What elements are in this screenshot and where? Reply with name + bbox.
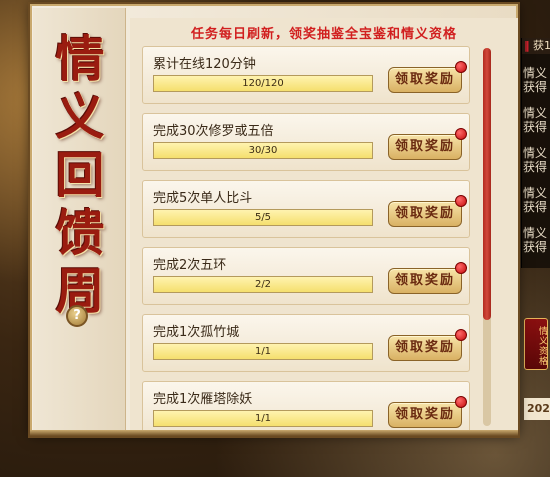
task-progress-text: 1/1 [254, 413, 272, 424]
title-char: 馈 [55, 204, 105, 262]
task-progress-bar: 120/120 [153, 75, 373, 92]
task-item: 完成30次修罗或五倍 30/30 领取奖励 [142, 113, 470, 171]
task-progress-text: 2/2 [254, 279, 272, 290]
side-date-label: 202 [524, 398, 550, 420]
panel-title: 情 义 回 馈 周 [50, 30, 110, 320]
task-list-area: 任务每日刷新，领奖抽鉴全宝鉴和情义资格 累计在线120分钟 120/120 领取… [130, 18, 518, 433]
claim-reward-button[interactable]: 领取奖励 [388, 402, 462, 428]
side-chat-message: 情义 获得 [522, 226, 550, 254]
side-chat-line: 情义 [523, 146, 548, 160]
task-name: 完成1次孤竹城 [153, 325, 240, 340]
side-chat-line: 获得 [523, 200, 548, 214]
task-progress-bar: 1/1 [153, 343, 373, 360]
task-progress-text: 30/30 [248, 145, 278, 156]
side-chat-message: 情义 获得 [522, 186, 550, 214]
claim-reward-button[interactable]: 领取奖励 [388, 335, 462, 361]
side-chat-line: 获得 [523, 120, 548, 134]
claim-reward-button[interactable]: 领取奖励 [388, 67, 462, 93]
task-name: 完成1次雁塔除妖 [153, 392, 253, 407]
task-progress-text: 120/120 [242, 78, 284, 89]
task-name: 完成2次五环 [153, 258, 227, 273]
side-chat-line: 情义 [523, 106, 548, 120]
task-item: 完成5次单人比斗 5/5 领取奖励 [142, 180, 470, 238]
side-chat-message: 情义 获得 [522, 106, 550, 134]
red-dot-icon [455, 329, 467, 341]
red-dot-icon [455, 61, 467, 73]
red-dot-icon [455, 195, 467, 207]
qingyi-qualification-badge[interactable]: 情义资格 [524, 318, 548, 370]
task-progress-text: 5/5 [254, 212, 272, 223]
red-dot-icon [455, 128, 467, 140]
title-char: 情 [55, 30, 105, 88]
claim-reward-button[interactable]: 领取奖励 [388, 134, 462, 160]
panel-bottom-frame [30, 430, 518, 436]
side-chat-title: 获1 [533, 39, 550, 52]
task-name: 完成5次单人比斗 [153, 191, 253, 206]
task-item: 完成1次雁塔除妖 1/1 领取奖励 [142, 381, 470, 433]
task-progress-bar: 5/5 [153, 209, 373, 226]
claim-reward-button[interactable]: 领取奖励 [388, 268, 462, 294]
side-chat-header[interactable]: ‖ 获1 [522, 38, 550, 54]
side-chat-message: 情义 获得 [522, 66, 550, 94]
task-item: 完成1次孤竹城 1/1 领取奖励 [142, 314, 470, 372]
side-chat-line: 情义 [523, 186, 548, 200]
task-name: 累计在线120分钟 [153, 57, 256, 72]
claim-reward-button[interactable]: 领取奖励 [388, 201, 462, 227]
title-char: 义 [55, 88, 105, 146]
task-item: 累计在线120分钟 120/120 领取奖励 [142, 46, 470, 104]
task-progress-bar: 2/2 [153, 276, 373, 293]
side-chat-message: 情义 获得 [522, 146, 550, 174]
task-progress-bar: 1/1 [153, 410, 373, 427]
side-chat-line: 情义 [523, 226, 548, 240]
task-item: 完成2次五环 2/2 领取奖励 [142, 247, 470, 305]
scrollbar-thumb[interactable] [483, 48, 491, 320]
red-dot-icon [455, 262, 467, 274]
task-name: 完成30次修罗或五倍 [153, 124, 274, 139]
help-question-icon[interactable]: ? [66, 305, 88, 327]
side-chat-panel: ‖ 获1 情义 获得 情义 获得 情义 获得 情义 获得 情义 获得 [521, 38, 550, 268]
red-dot-icon [455, 396, 467, 408]
side-chat-line: 获得 [523, 160, 548, 174]
task-progress-text: 1/1 [254, 346, 272, 357]
title-char: 回 [55, 146, 105, 204]
side-chat-line: 获得 [523, 80, 548, 94]
task-progress-bar: 30/30 [153, 142, 373, 159]
side-chat-line: 获得 [523, 240, 548, 254]
side-chat-line: 情义 [523, 66, 548, 80]
side-chat-mark: ‖ [524, 39, 530, 52]
refresh-notice-banner: 任务每日刷新，领奖抽鉴全宝鉴和情义资格 [190, 27, 457, 42]
